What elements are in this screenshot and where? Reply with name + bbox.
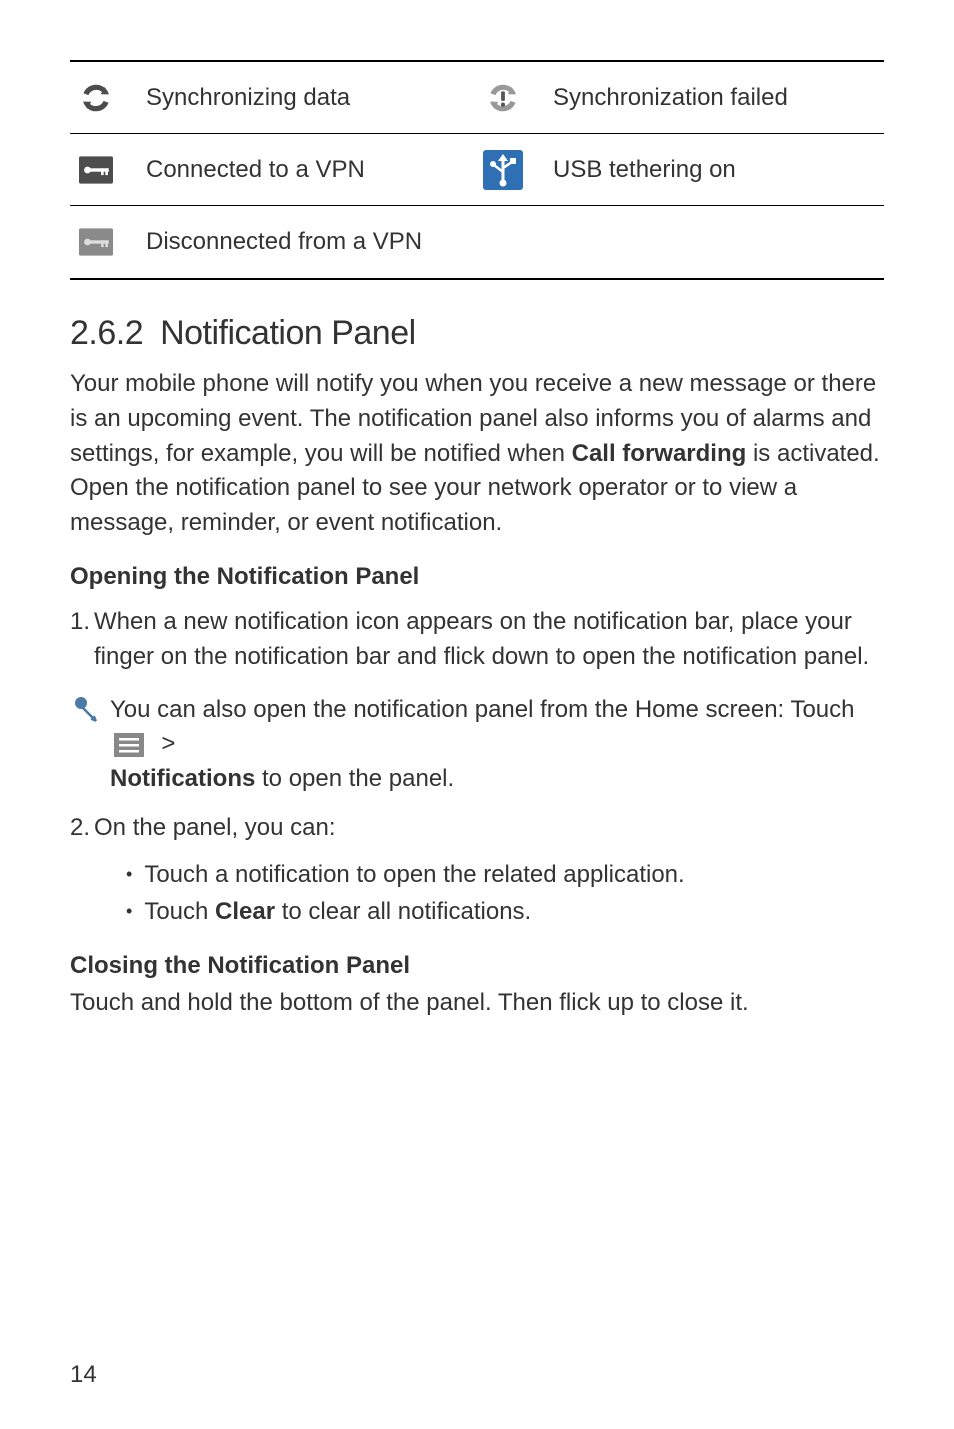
vpn-connected-label: Connected to a VPN xyxy=(146,156,365,184)
step-number: 1. xyxy=(70,605,90,675)
tip-icon xyxy=(70,695,100,725)
step-1: 1. When a new notification icon appears … xyxy=(70,605,884,675)
vpn-disconnected-icon xyxy=(74,220,118,264)
bold-text: Notifications xyxy=(110,765,255,792)
tip-text: You can also open the notification panel… xyxy=(110,693,884,797)
usb-tethering-label: USB tethering on xyxy=(553,156,736,184)
sync-label: Synchronizing data xyxy=(146,84,350,112)
text: Touch xyxy=(144,898,215,925)
step-text: On the panel, you can: xyxy=(94,811,884,846)
cell-usb-tethering: USB tethering on xyxy=(477,140,884,200)
page-number: 14 xyxy=(70,1361,97,1389)
cell-empty xyxy=(477,234,884,250)
vpn-connected-icon xyxy=(74,148,118,192)
bullet-list: • Touch a notification to open the relat… xyxy=(70,856,884,930)
sync-failed-label: Synchronization failed xyxy=(553,84,788,112)
tip-row: You can also open the notification panel… xyxy=(70,693,884,797)
bullet-dot: • xyxy=(126,861,132,889)
text: to open the panel. xyxy=(255,765,454,792)
cell-vpn-disconnected: Disconnected from a VPN xyxy=(70,212,477,272)
bold-text: Call forwarding xyxy=(572,440,747,467)
section-heading: 2.6.2 Notification Panel xyxy=(70,314,884,353)
closing-heading: Closing the Notification Panel xyxy=(70,952,884,980)
step-number: 2. xyxy=(70,811,90,846)
section-number: 2.6.2 xyxy=(70,314,143,353)
text: You can also open the notification panel… xyxy=(110,696,854,723)
table-row: Connected to a VPN USB tethering on xyxy=(70,134,884,206)
menu-icon xyxy=(114,733,144,757)
list-item: • Touch Clear to clear all notifications… xyxy=(126,893,884,930)
table-row: Synchronizing data Synchronization faile… xyxy=(70,62,884,134)
cell-vpn-connected: Connected to a VPN xyxy=(70,140,477,200)
cell-sync-data: Synchronizing data xyxy=(70,68,477,128)
bullet-dot: • xyxy=(126,898,132,926)
bold-text: Clear xyxy=(215,898,275,925)
sync-failed-icon xyxy=(481,76,525,120)
text: > xyxy=(161,730,175,757)
bullet-text: Touch a notification to open the related… xyxy=(144,856,684,893)
sync-icon xyxy=(74,76,118,120)
section-paragraph: Your mobile phone will notify you when y… xyxy=(70,367,884,541)
list-item: • Touch a notification to open the relat… xyxy=(126,856,884,893)
table-row: Disconnected from a VPN xyxy=(70,206,884,278)
text: to clear all notifications. xyxy=(275,898,531,925)
step-text: When a new notification icon appears on … xyxy=(94,605,884,675)
closing-text: Touch and hold the bottom of the panel. … xyxy=(70,986,884,1021)
section-title: Notification Panel xyxy=(160,314,416,352)
status-icons-table: Synchronizing data Synchronization faile… xyxy=(70,60,884,280)
opening-heading: Opening the Notification Panel xyxy=(70,563,884,591)
bullet-text: Touch Clear to clear all notifications. xyxy=(144,893,531,930)
step-2: 2. On the panel, you can: xyxy=(70,811,884,846)
cell-sync-failed: Synchronization failed xyxy=(477,68,884,128)
vpn-disconnected-label: Disconnected from a VPN xyxy=(146,228,422,256)
usb-tethering-icon xyxy=(481,148,525,192)
